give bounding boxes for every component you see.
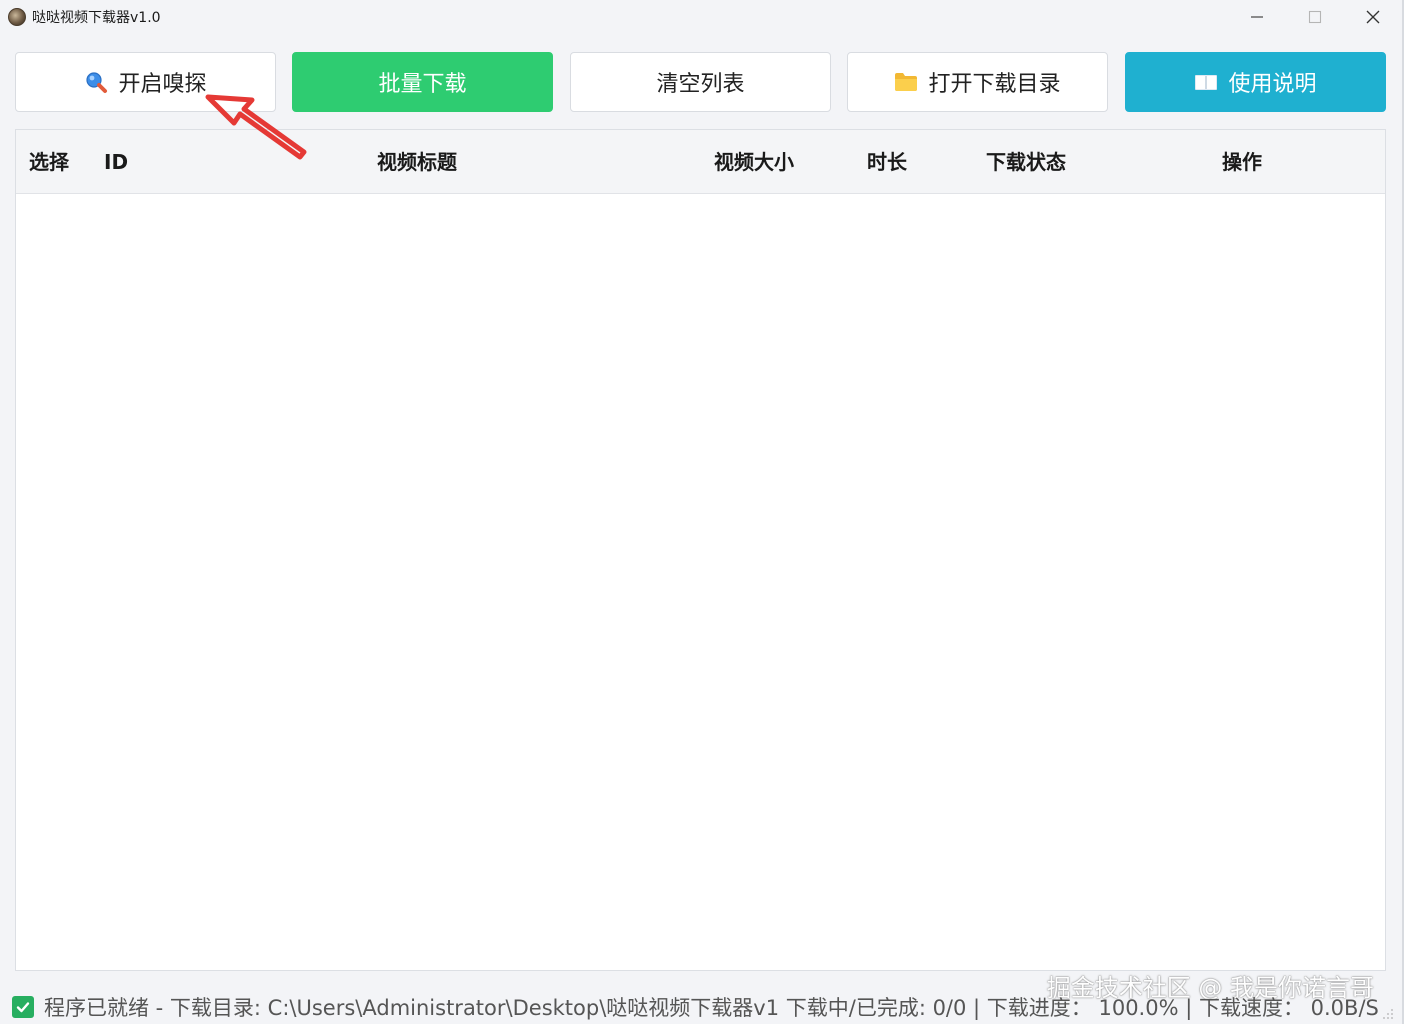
app-logo-icon [8,8,26,26]
clear-list-button[interactable]: 清空列表 [570,52,831,112]
minimize-icon [1251,16,1263,18]
usage-guide-button[interactable]: 使用说明 [1125,52,1386,112]
column-header-size[interactable]: 视频大小 [714,130,794,194]
maximize-icon [1308,10,1322,24]
title-bar[interactable]: 哒哒视频下载器v1.0 [0,0,1402,34]
table-body[interactable] [16,194,1385,970]
batch-download-button[interactable]: 批量下载 [292,52,553,112]
minimize-button[interactable] [1228,0,1286,34]
column-header-status[interactable]: 下载状态 [986,130,1066,194]
batch-download-label: 批量下载 [378,72,467,97]
close-button[interactable] [1344,0,1402,34]
window-controls [1228,0,1402,34]
open-download-dir-button[interactable]: 打开下载目录 [847,52,1108,112]
magnifier-icon [84,70,108,94]
folder-icon [894,71,918,93]
app-window: 哒哒视频下载器v1.0 开启嗅探 批量下载 清空列表 打开下载目录 使用说明 选… [0,0,1404,1024]
resize-grip-icon[interactable] [1382,1008,1394,1020]
close-icon [1366,10,1380,24]
start-sniff-button[interactable]: 开启嗅探 [15,52,276,112]
column-header-select[interactable]: 选择 [29,130,69,194]
maximize-button[interactable] [1286,0,1344,34]
usage-guide-label: 使用说明 [1228,72,1317,97]
status-bar: 程序已就绪 - 下载目录: C:\Users\Administrator\Des… [0,990,1402,1024]
check-icon [12,996,34,1018]
column-header-id[interactable]: ID [104,130,128,194]
column-header-title[interactable]: 视频标题 [377,130,457,194]
book-icon [1194,72,1218,92]
column-header-duration[interactable]: 时长 [867,130,907,194]
start-sniff-label: 开启嗅探 [118,72,207,97]
window-title: 哒哒视频下载器v1.0 [32,10,161,26]
column-header-actions[interactable]: 操作 [1222,130,1262,194]
video-table: 选择 ID 视频标题 视频大小 时长 下载状态 操作 [15,129,1386,971]
toolbar: 开启嗅探 批量下载 清空列表 打开下载目录 使用说明 [15,52,1387,112]
open-download-dir-label: 打开下载目录 [928,72,1061,97]
table-header: 选择 ID 视频标题 视频大小 时长 下载状态 操作 [16,130,1385,194]
clear-list-label: 清空列表 [656,72,745,97]
status-text: 程序已就绪 - 下载目录: C:\Users\Administrator\Des… [44,996,1379,1020]
